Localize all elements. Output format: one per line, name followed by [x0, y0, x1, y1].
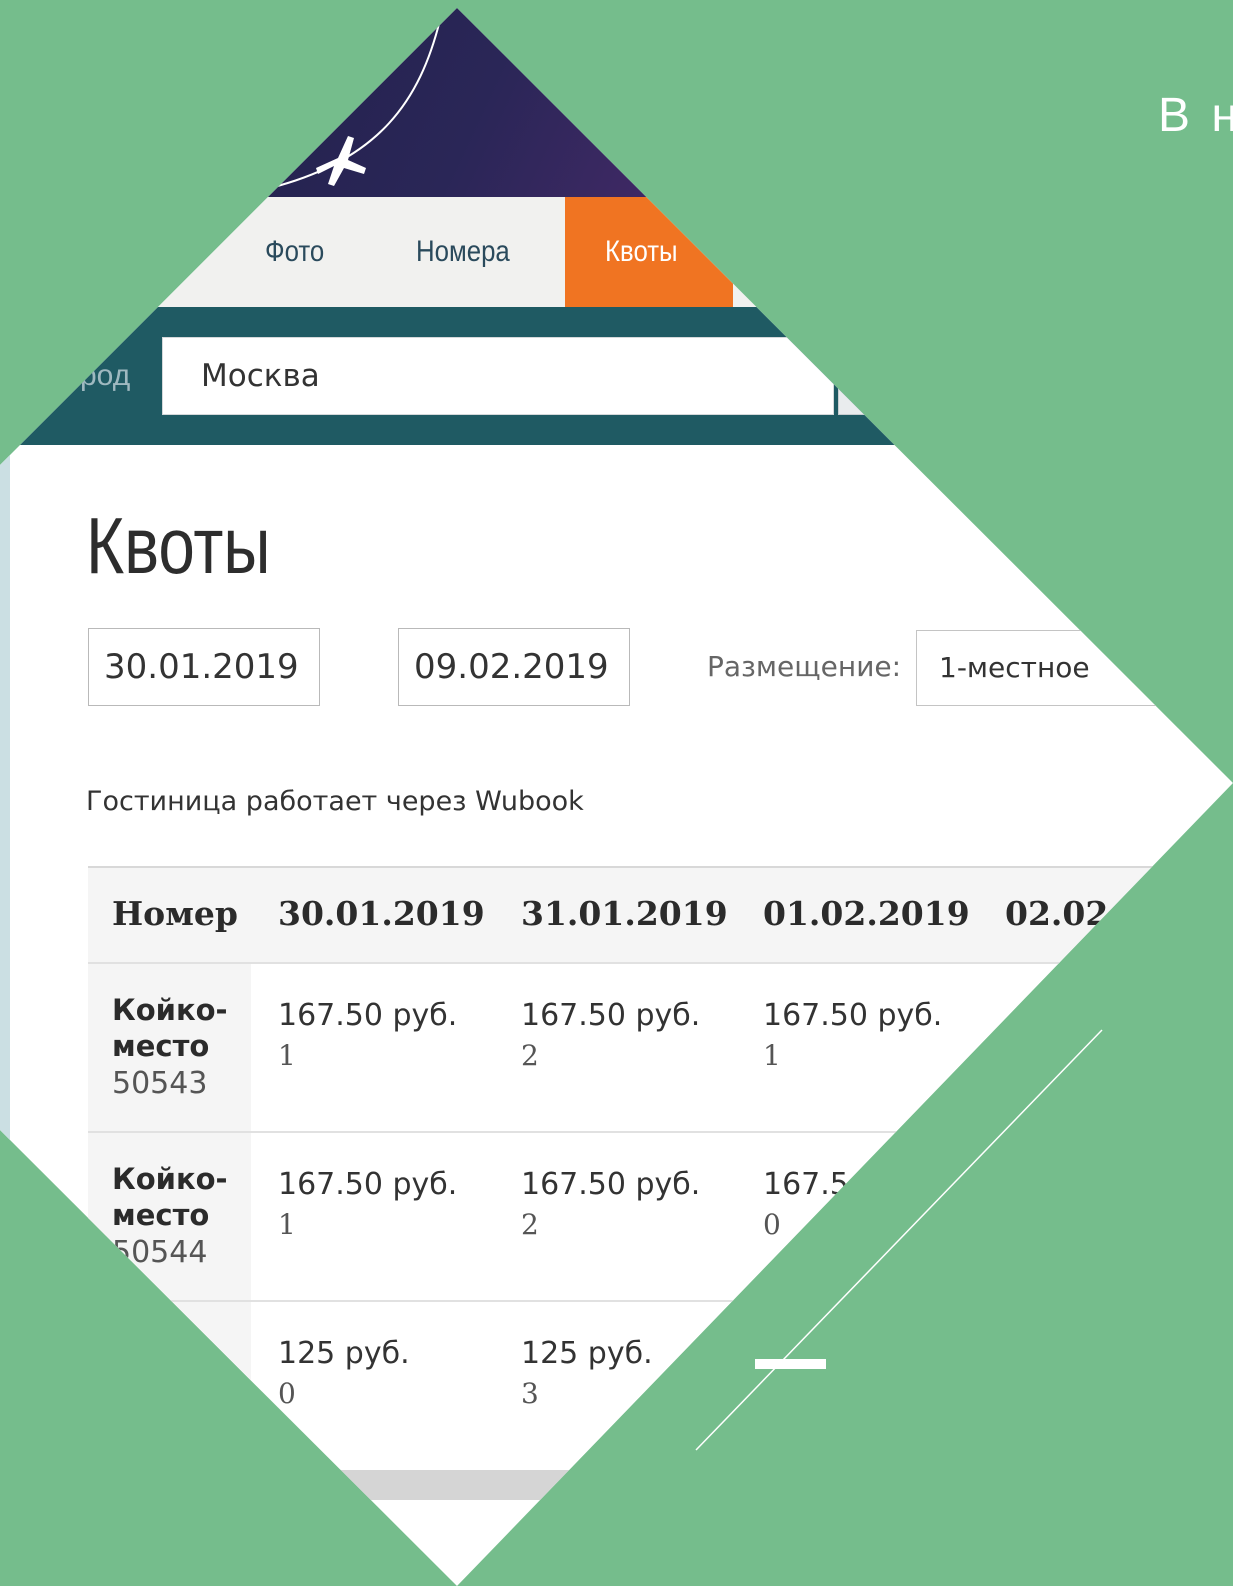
diagonal-line-icon — [695, 1029, 1103, 1451]
decorative-lines — [695, 1029, 1103, 1451]
slide: Фото Номера Квоты род Москва Квоты 30.01… — [0, 0, 1233, 1586]
